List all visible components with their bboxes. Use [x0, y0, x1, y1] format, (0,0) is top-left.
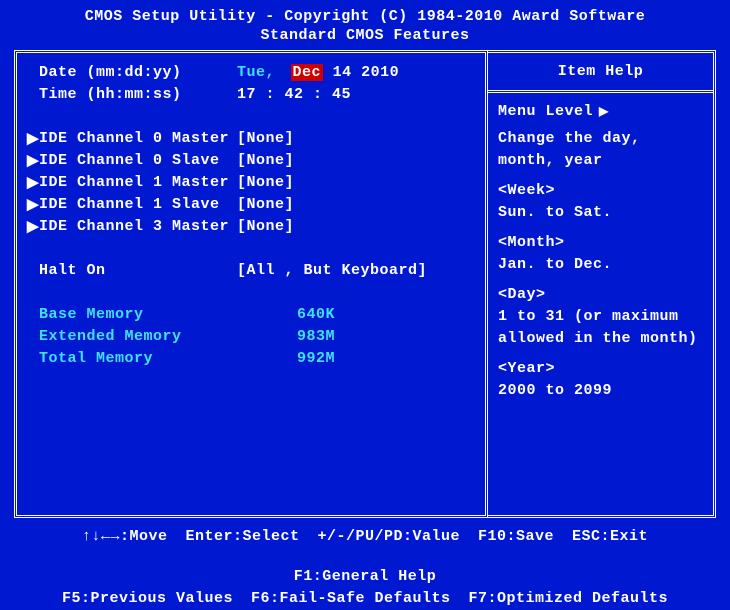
triangle-right-icon: ▶ [27, 195, 39, 214]
help-month-heading: <Month> [498, 232, 703, 254]
hint-exit: ESC:Exit [572, 526, 648, 548]
help-title: Item Help [488, 53, 713, 93]
date-day[interactable]: 14 [333, 64, 352, 81]
help-day-text: 1 to 31 (or maximum allowed in the month… [498, 306, 703, 350]
ide-value: [None] [237, 196, 475, 213]
hint-save: F10:Save [478, 526, 554, 548]
main-panel: Date (mm:dd:yy) Tue, Dec 14 2010 Time (h… [14, 50, 488, 518]
time-field[interactable]: Time (hh:mm:ss) 17 : 42 : 45 [27, 83, 475, 105]
halt-on-label: Halt On [39, 262, 106, 279]
help-year-heading: <Year> [498, 358, 703, 380]
hint-previous: F5:Previous Values [62, 588, 233, 610]
date-label: Date (mm:dd:yy) [39, 64, 182, 81]
hint-move: ↑↓←→:Move [82, 526, 168, 548]
ide-channel-item[interactable]: ▶IDE Channel 1 Slave [None] [27, 193, 475, 215]
ide-label: IDE Channel 0 Slave [39, 152, 220, 169]
help-panel: Item Help Menu Level ▶ Change the day, m… [488, 50, 716, 518]
date-field[interactable]: Date (mm:dd:yy) Tue, Dec 14 2010 [27, 61, 475, 83]
date-weekday: Tue, [237, 64, 275, 81]
ide-channel-item[interactable]: ▶IDE Channel 1 Master [None] [27, 171, 475, 193]
triangle-right-icon: ▶ [27, 217, 39, 236]
ide-label: IDE Channel 3 Master [39, 218, 229, 235]
extended-memory-value: 983M [237, 328, 475, 345]
ide-value: [None] [237, 174, 475, 191]
halt-on-field[interactable]: Halt On [All , But Keyboard] [27, 259, 475, 281]
base-memory-label: Base Memory [39, 306, 144, 323]
triangle-right-icon: ▶ [27, 129, 39, 148]
triangle-right-icon: ▶ [599, 104, 609, 119]
date-year[interactable]: 2010 [361, 64, 399, 81]
footer-hints: ↑↓←→:Move Enter:Select +/-/PU/PD:Value F… [0, 518, 730, 610]
halt-on-value: [All , But Keyboard] [237, 262, 475, 279]
triangle-right-icon: ▶ [27, 151, 39, 170]
help-week-heading: <Week> [498, 180, 703, 202]
page-title: Standard CMOS Features [0, 27, 730, 50]
help-day-heading: <Day> [498, 284, 703, 306]
extended-memory-label: Extended Memory [39, 328, 182, 345]
hint-enter: Enter:Select [185, 526, 299, 548]
base-memory-value: 640K [237, 306, 475, 323]
ide-label: IDE Channel 1 Master [39, 174, 229, 191]
help-year-text: 2000 to 2099 [498, 380, 703, 402]
time-label: Time (hh:mm:ss) [39, 86, 182, 103]
ide-label: IDE Channel 0 Master [39, 130, 229, 147]
ide-label: IDE Channel 1 Slave [39, 196, 220, 213]
time-value[interactable]: 17 : 42 : 45 [237, 86, 475, 103]
date-month-selected[interactable]: Dec [291, 64, 324, 81]
memory-row: Extended Memory 983M [27, 325, 475, 347]
help-description: Change the day, month, year [498, 128, 703, 172]
ide-value: [None] [237, 152, 475, 169]
hint-value: +/-/PU/PD:Value [317, 526, 460, 548]
memory-row: Total Memory 992M [27, 347, 475, 369]
menu-level-label: Menu Level [498, 103, 593, 120]
help-week-text: Sun. to Sat. [498, 202, 703, 224]
help-month-text: Jan. to Dec. [498, 254, 703, 276]
ide-value: [None] [237, 218, 475, 235]
ide-channel-item[interactable]: ▶IDE Channel 0 Slave [None] [27, 149, 475, 171]
hint-failsafe: F6:Fail-Safe Defaults [251, 588, 451, 610]
hint-optimized: F7:Optimized Defaults [469, 588, 669, 610]
triangle-right-icon: ▶ [27, 173, 39, 192]
app-title: CMOS Setup Utility - Copyright (C) 1984-… [0, 0, 730, 27]
total-memory-value: 992M [237, 350, 475, 367]
ide-channel-item[interactable]: ▶IDE Channel 0 Master [None] [27, 127, 475, 149]
hint-help: F1:General Help [294, 566, 437, 588]
ide-value: [None] [237, 130, 475, 147]
memory-row: Base Memory 640K [27, 303, 475, 325]
ide-channel-item[interactable]: ▶IDE Channel 3 Master [None] [27, 215, 475, 237]
total-memory-label: Total Memory [39, 350, 153, 367]
